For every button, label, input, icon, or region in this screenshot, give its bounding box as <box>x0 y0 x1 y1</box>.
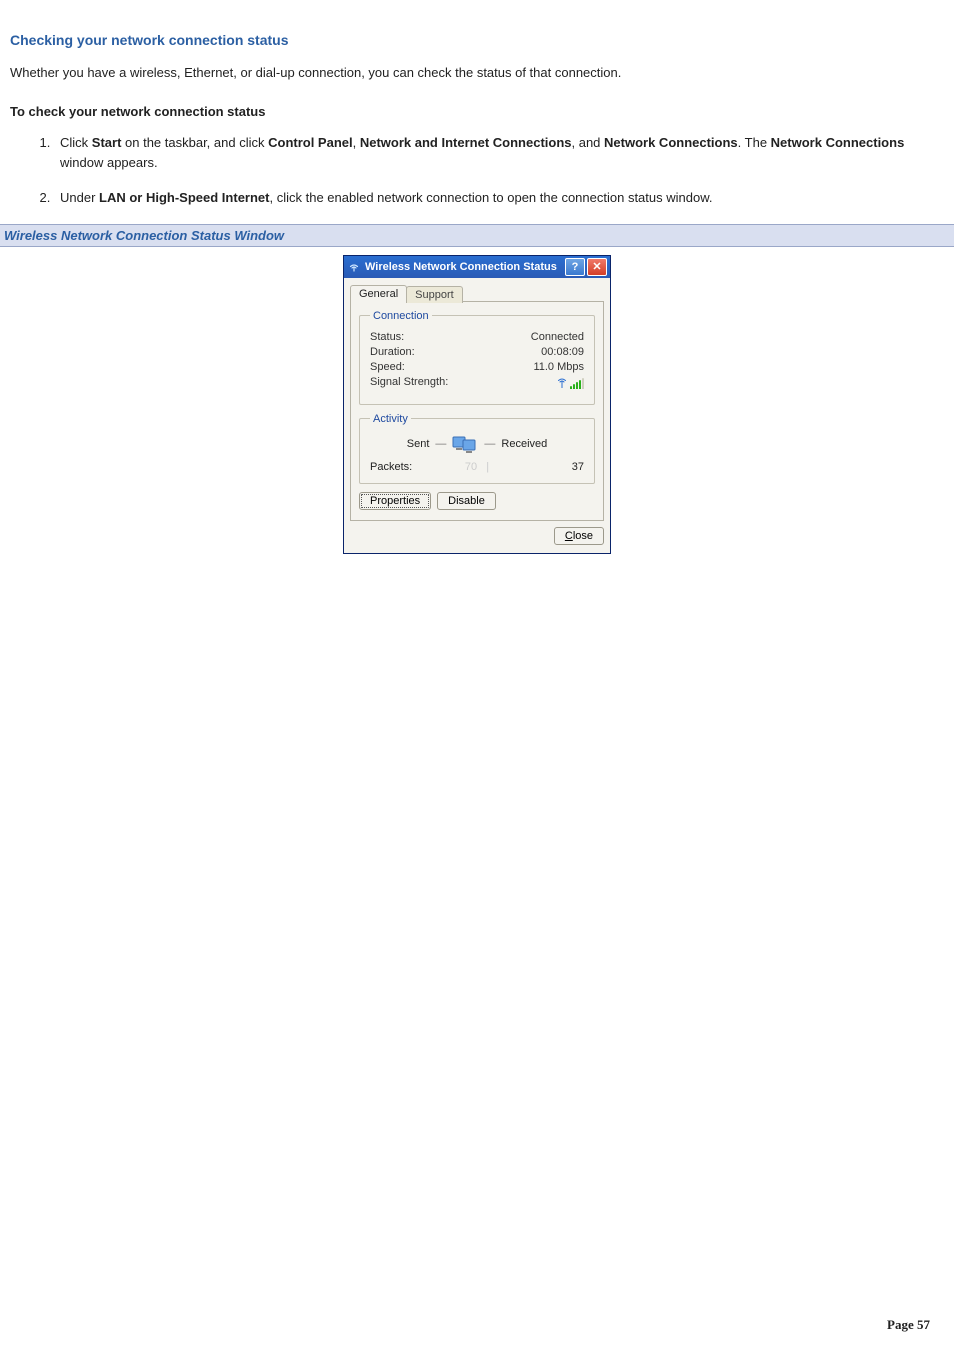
properties-button[interactable]: Properties <box>359 492 431 510</box>
dialog-title: Wireless Network Connection Status <box>365 261 565 273</box>
activity-header-row: Sent — — Received <box>370 433 584 455</box>
step-1-text-4: , and <box>572 135 605 150</box>
signal-label: Signal Strength: <box>370 376 448 391</box>
figure-caption: Wireless Network Connection Status Windo… <box>0 224 954 247</box>
tab-strip: General Support <box>344 278 610 301</box>
dash-right: — <box>484 438 495 450</box>
close-button[interactable]: ✕ <box>587 258 607 276</box>
page-label: Page <box>887 1317 917 1332</box>
step-1-text-2: on the taskbar, and click <box>121 135 268 150</box>
close-dialog-button[interactable]: Close <box>554 527 604 545</box>
step-1-bold-netconn2: Network Connections <box>771 135 905 150</box>
section-heading: Checking your network connection status <box>10 32 944 48</box>
step-1-text-5: . The <box>738 135 771 150</box>
antenna-icon <box>557 376 567 391</box>
step-1-bold-controlpanel: Control Panel <box>268 135 353 150</box>
activity-group: Activity Sent — — <box>359 413 595 484</box>
packets-sent-value: 70 <box>465 461 477 473</box>
step-2-bold-lan: LAN or High-Speed Internet <box>99 190 269 205</box>
speed-value: 11.0 Mbps <box>533 361 584 373</box>
duration-label: Duration: <box>370 346 415 358</box>
received-label: Received <box>501 438 547 450</box>
packets-divider: | <box>486 461 489 473</box>
dialog-footer-buttons: Close <box>344 527 610 553</box>
dash-left: — <box>435 438 446 450</box>
packets-received-value: 37 <box>513 461 584 473</box>
step-2-text-1: Under <box>60 190 99 205</box>
step-1-bold-netinternet: Network and Internet Connections <box>360 135 572 150</box>
procedure-steps: Click Start on the taskbar, and click Co… <box>10 133 944 208</box>
connection-legend: Connection <box>370 310 432 322</box>
step-2: Under LAN or High-Speed Internet, click … <box>54 188 944 208</box>
status-label: Status: <box>370 331 404 343</box>
row-status: Status: Connected <box>370 331 584 343</box>
wireless-icon <box>347 260 361 274</box>
dialog-titlebar[interactable]: Wireless Network Connection Status ? ✕ <box>344 256 610 278</box>
monitors-icon <box>452 433 478 455</box>
packets-row: Packets: 70 | 37 <box>370 461 584 473</box>
row-duration: Duration: 00:08:09 <box>370 346 584 358</box>
close-label-rest: lose <box>573 530 593 542</box>
figure-container: Wireless Network Connection Status ? ✕ G… <box>10 255 944 554</box>
signal-bars-icon <box>570 377 584 389</box>
page-number: 57 <box>917 1317 930 1332</box>
signal-value <box>557 376 584 391</box>
step-1-text-3: , <box>353 135 360 150</box>
tab-general[interactable]: General <box>350 285 407 302</box>
connection-group: Connection Status: Connected Duration: 0… <box>359 310 595 405</box>
document-page: Checking your network connection status … <box>0 0 954 1351</box>
status-dialog: Wireless Network Connection Status ? ✕ G… <box>343 255 611 554</box>
tab-support[interactable]: Support <box>406 286 463 303</box>
sent-label: Sent <box>407 438 430 450</box>
step-2-text-2: , click the enabled network connection t… <box>269 190 712 205</box>
step-1-bold-netconn: Network Connections <box>604 135 738 150</box>
intro-paragraph: Whether you have a wireless, Ethernet, o… <box>10 64 944 82</box>
step-1-text-6: window appears. <box>60 155 158 170</box>
packets-label: Packets: <box>370 461 441 473</box>
tab-panel-general: Connection Status: Connected Duration: 0… <box>350 301 604 521</box>
row-speed: Speed: 11.0 Mbps <box>370 361 584 373</box>
step-1-text-1: Click <box>60 135 92 150</box>
panel-button-row: Properties Disable <box>359 492 595 510</box>
help-button[interactable]: ? <box>565 258 585 276</box>
page-footer: Page 57 <box>887 1317 930 1333</box>
procedure-title: To check your network connection status <box>10 104 944 119</box>
speed-label: Speed: <box>370 361 405 373</box>
status-value: Connected <box>531 331 584 343</box>
step-1-bold-start: Start <box>92 135 122 150</box>
disable-button[interactable]: Disable <box>437 492 496 510</box>
row-signal: Signal Strength: <box>370 376 584 391</box>
step-1: Click Start on the taskbar, and click Co… <box>54 133 944 172</box>
activity-legend: Activity <box>370 413 411 425</box>
duration-value: 00:08:09 <box>541 346 584 358</box>
packets-sent-wrap: 70 | <box>441 461 512 473</box>
window-buttons: ? ✕ <box>565 258 607 276</box>
